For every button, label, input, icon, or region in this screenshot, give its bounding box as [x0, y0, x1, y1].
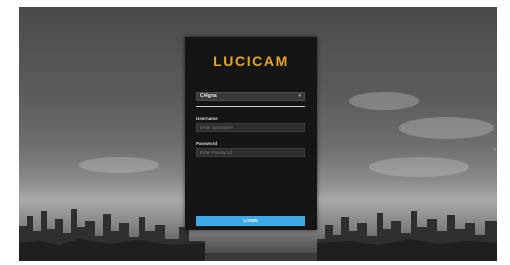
username-label: Username — [196, 116, 218, 121]
eye-icon[interactable]: ● — [493, 148, 496, 153]
login-button[interactable]: LOGIN — [196, 216, 305, 226]
password-label: Password — [196, 141, 218, 146]
site-select[interactable]: Ci4gna ▾ — [196, 92, 305, 101]
divider — [196, 106, 305, 107]
password-field[interactable] — [196, 148, 305, 157]
username-field[interactable] — [196, 123, 305, 132]
site-select-value: Ci4gna — [200, 93, 217, 99]
lucicam-logo: LUCICAM — [213, 53, 289, 69]
chevron-down-icon: ▾ — [298, 93, 301, 99]
login-panel: LUCICAM Ci4gna ▾ Username Password LOGIN — [185, 37, 317, 230]
